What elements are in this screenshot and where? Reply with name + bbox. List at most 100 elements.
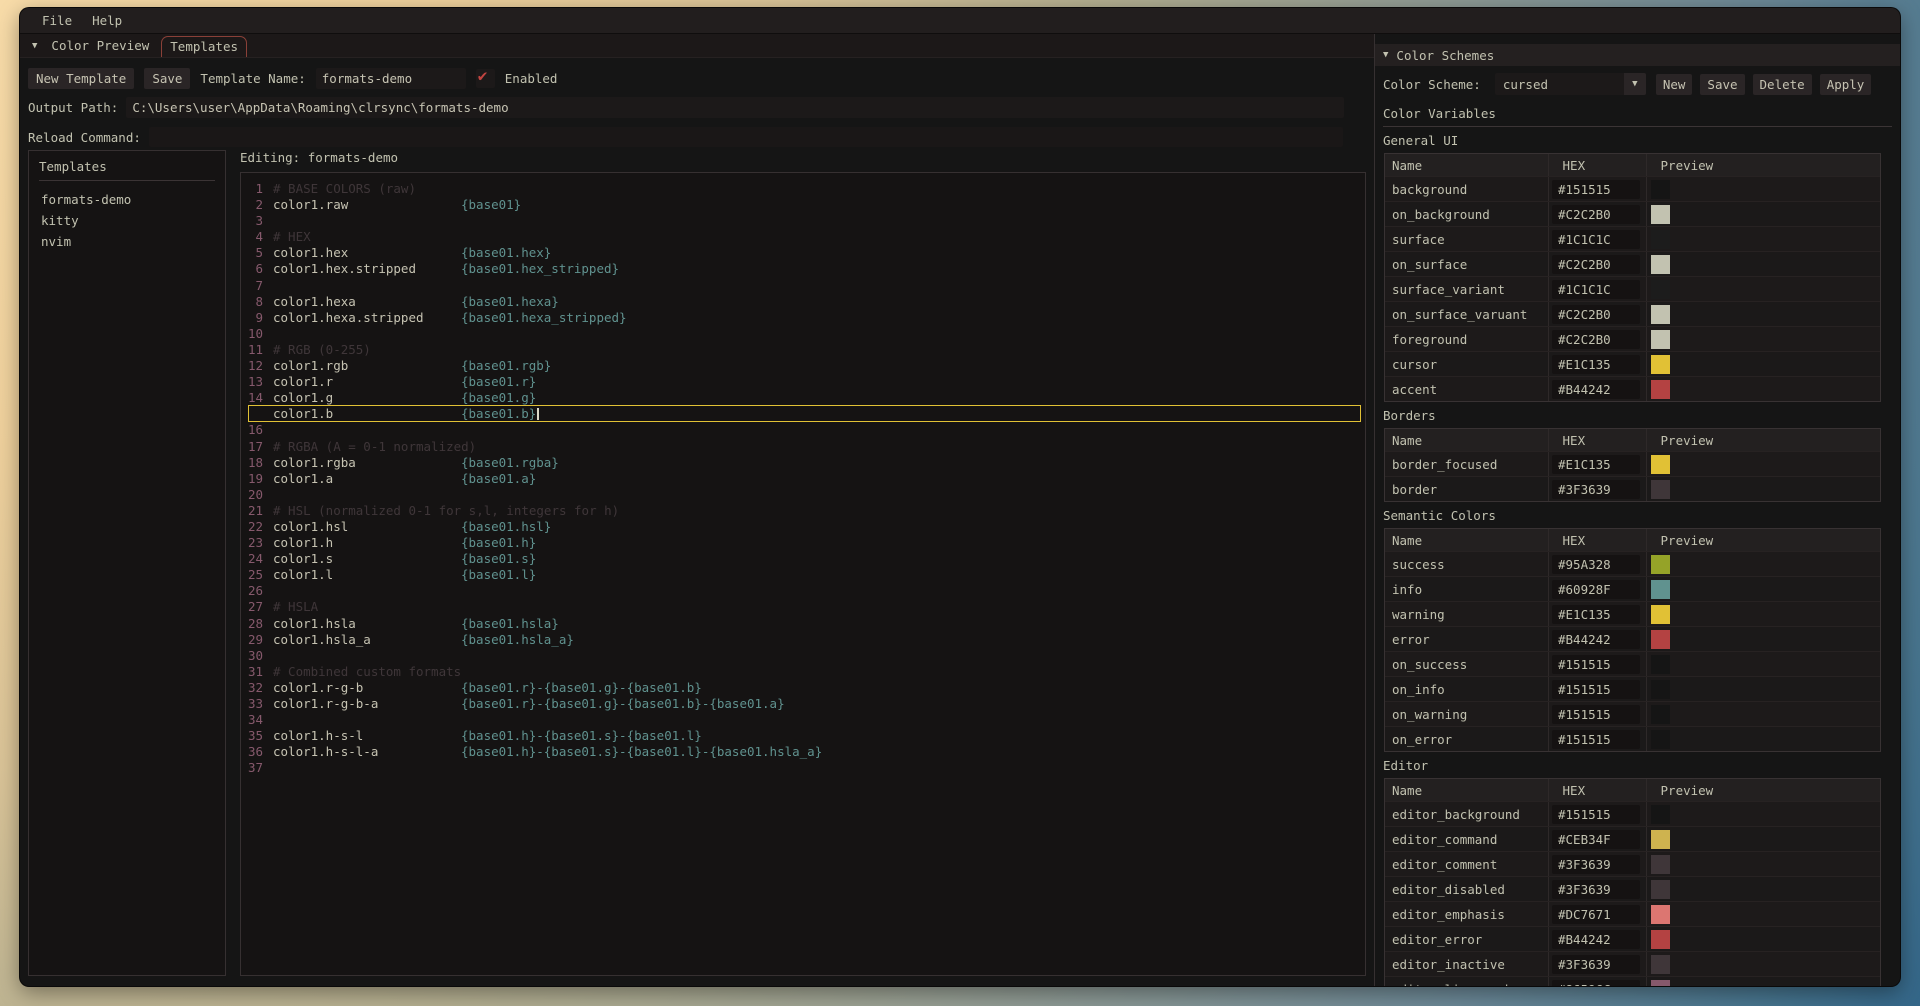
editor-line[interactable]: 16 bbox=[241, 422, 1365, 438]
preview-swatch[interactable] bbox=[1651, 830, 1670, 849]
editor-line[interactable]: 9color1.hexa.stripped{base01.hexa_stripp… bbox=[241, 310, 1365, 326]
reload-command-input[interactable] bbox=[149, 127, 1343, 147]
template-name-input[interactable]: formats-demo bbox=[316, 68, 466, 89]
hex-input[interactable]: #151515 bbox=[1552, 730, 1640, 749]
hex-input[interactable]: #E1C135 bbox=[1552, 455, 1640, 474]
preview-swatch[interactable] bbox=[1651, 455, 1670, 474]
output-path-input[interactable]: C:\Users\user\AppData\Roaming\clrsync\fo… bbox=[126, 97, 1344, 118]
preview-swatch[interactable] bbox=[1651, 955, 1670, 974]
collapse-arrow-icon[interactable]: ▼ bbox=[26, 41, 43, 51]
hex-input[interactable]: #3F3639 bbox=[1552, 480, 1640, 499]
template-item[interactable]: kitty bbox=[39, 210, 215, 231]
editor-line[interactable]: 18color1.rgba{base01.rgba} bbox=[241, 455, 1365, 471]
preview-swatch[interactable] bbox=[1651, 630, 1670, 649]
preview-swatch[interactable] bbox=[1651, 930, 1670, 949]
preview-swatch[interactable] bbox=[1651, 555, 1670, 574]
preview-swatch[interactable] bbox=[1651, 730, 1670, 749]
new-scheme-button[interactable]: New bbox=[1656, 74, 1693, 95]
editor-line[interactable]: 37 bbox=[241, 760, 1365, 776]
editor-line[interactable]: 11# RGB (0-255) bbox=[241, 342, 1365, 358]
preview-swatch[interactable] bbox=[1651, 230, 1670, 249]
preview-swatch[interactable] bbox=[1651, 680, 1670, 699]
preview-swatch[interactable] bbox=[1651, 480, 1670, 499]
hex-input[interactable]: #CEB34F bbox=[1552, 830, 1640, 849]
hex-input[interactable]: #151515 bbox=[1552, 680, 1640, 699]
hex-input[interactable]: #95A328 bbox=[1552, 555, 1640, 574]
hex-input[interactable]: #B44242 bbox=[1552, 630, 1640, 649]
hex-input[interactable]: #86596C bbox=[1552, 980, 1640, 987]
preview-swatch[interactable] bbox=[1651, 905, 1670, 924]
editor-line[interactable]: 10 bbox=[241, 326, 1365, 342]
editor-line[interactable]: 5color1.hex{base01.hex} bbox=[241, 245, 1365, 261]
hex-input[interactable]: #3F3639 bbox=[1552, 880, 1640, 899]
editor-line[interactable]: 17# RGBA (A = 0-1 normalized) bbox=[241, 439, 1365, 455]
hex-input[interactable]: #1C1C1C bbox=[1552, 280, 1640, 299]
editor-line[interactable]: 8color1.hexa{base01.hexa} bbox=[241, 294, 1365, 310]
editor-line[interactable]: 2color1.raw{base01} bbox=[241, 197, 1365, 213]
preview-swatch[interactable] bbox=[1651, 205, 1670, 224]
tab-color-preview[interactable]: Color Preview bbox=[43, 36, 157, 55]
preview-swatch[interactable] bbox=[1651, 880, 1670, 899]
hex-input[interactable]: #3F3639 bbox=[1552, 955, 1640, 974]
editor-line[interactable]: 12color1.rgb{base01.rgb} bbox=[241, 358, 1365, 374]
new-template-button[interactable]: New Template bbox=[28, 68, 134, 89]
editor-line[interactable]: 7 bbox=[241, 278, 1365, 294]
apply-scheme-button[interactable]: Apply bbox=[1820, 74, 1872, 95]
editor-line[interactable]: 27# HSLA bbox=[241, 599, 1365, 615]
menu-item-help[interactable]: Help bbox=[84, 11, 130, 30]
preview-swatch[interactable] bbox=[1651, 380, 1670, 399]
save-template-button[interactable]: Save bbox=[144, 68, 190, 89]
preview-swatch[interactable] bbox=[1651, 305, 1670, 324]
preview-swatch[interactable] bbox=[1651, 605, 1670, 624]
preview-swatch[interactable] bbox=[1651, 180, 1670, 199]
preview-swatch[interactable] bbox=[1651, 255, 1670, 274]
hex-input[interactable]: #B44242 bbox=[1552, 930, 1640, 949]
hex-input[interactable]: #C2C2B0 bbox=[1552, 330, 1640, 349]
editor-line[interactable]: 35color1.h-s-l{base01.h}-{base01.s}-{bas… bbox=[241, 728, 1365, 744]
hex-input[interactable]: #DC7671 bbox=[1552, 905, 1640, 924]
hex-input[interactable]: #151515 bbox=[1552, 805, 1640, 824]
preview-swatch[interactable] bbox=[1651, 330, 1670, 349]
editor-line[interactable]: 36color1.h-s-l-a{base01.h}-{base01.s}-{b… bbox=[241, 744, 1365, 760]
editor-pane[interactable]: 1# BASE COLORS (raw)2color1.raw{base01} 3… bbox=[240, 172, 1366, 976]
editor-line[interactable]: 1# BASE COLORS (raw) bbox=[241, 181, 1365, 197]
editor-line[interactable]: 14color1.g{base01.g} bbox=[241, 390, 1365, 406]
preview-swatch[interactable] bbox=[1651, 705, 1670, 724]
menu-item-file[interactable]: File bbox=[34, 11, 80, 30]
hex-input[interactable]: #151515 bbox=[1552, 705, 1640, 724]
hex-input[interactable]: #1C1C1C bbox=[1552, 230, 1640, 249]
editor-line[interactable]: 23color1.h{base01.h} bbox=[241, 535, 1365, 551]
preview-swatch[interactable] bbox=[1651, 280, 1670, 299]
editor-line[interactable]: 28color1.hsla{base01.hsla} bbox=[241, 616, 1365, 632]
hex-input[interactable]: #E1C135 bbox=[1552, 355, 1640, 374]
enabled-checkbox[interactable]: ✔ bbox=[476, 69, 495, 88]
editor-line[interactable]: 33color1.r-g-b-a{base01.r}-{base01.g}-{b… bbox=[241, 696, 1365, 712]
hex-input[interactable]: #C2C2B0 bbox=[1552, 205, 1640, 224]
editor-line[interactable]: 25color1.l{base01.l} bbox=[241, 567, 1365, 583]
editor-line[interactable]: 34 bbox=[241, 712, 1365, 728]
preview-swatch[interactable] bbox=[1651, 355, 1670, 374]
collapse-arrow-icon[interactable]: ▼ bbox=[1383, 50, 1396, 60]
tab-templates[interactable]: Templates bbox=[161, 36, 247, 57]
preview-swatch[interactable] bbox=[1651, 855, 1670, 874]
hex-input[interactable]: #E1C135 bbox=[1552, 605, 1640, 624]
editor-line[interactable]: 29color1.hsla_a{base01.hsla_a} bbox=[241, 632, 1365, 648]
editor-line[interactable]: 24color1.s{base01.s} bbox=[241, 551, 1365, 567]
preview-swatch[interactable] bbox=[1651, 655, 1670, 674]
preview-swatch[interactable] bbox=[1651, 805, 1670, 824]
preview-swatch[interactable] bbox=[1651, 580, 1670, 599]
template-item[interactable]: formats-demo bbox=[39, 189, 215, 210]
editor-line[interactable]: 20 bbox=[241, 487, 1365, 503]
scheme-combo[interactable]: cursed ▼ bbox=[1495, 73, 1646, 95]
editor-line[interactable]: 4# HEX bbox=[241, 229, 1365, 245]
save-scheme-button[interactable]: Save bbox=[1700, 74, 1744, 95]
hex-input[interactable]: #B44242 bbox=[1552, 380, 1640, 399]
editor-line[interactable]: 21# HSL (normalized 0-1 for s,l, integer… bbox=[241, 503, 1365, 519]
editor-line[interactable]: 15color1.b{base01.b} bbox=[241, 406, 1365, 422]
editor-line[interactable]: 13color1.r{base01.r} bbox=[241, 374, 1365, 390]
hex-input[interactable]: #151515 bbox=[1552, 180, 1640, 199]
template-item[interactable]: nvim bbox=[39, 231, 215, 252]
hex-input[interactable]: #3F3639 bbox=[1552, 855, 1640, 874]
preview-swatch[interactable] bbox=[1651, 980, 1670, 987]
hex-input[interactable]: #C2C2B0 bbox=[1552, 305, 1640, 324]
